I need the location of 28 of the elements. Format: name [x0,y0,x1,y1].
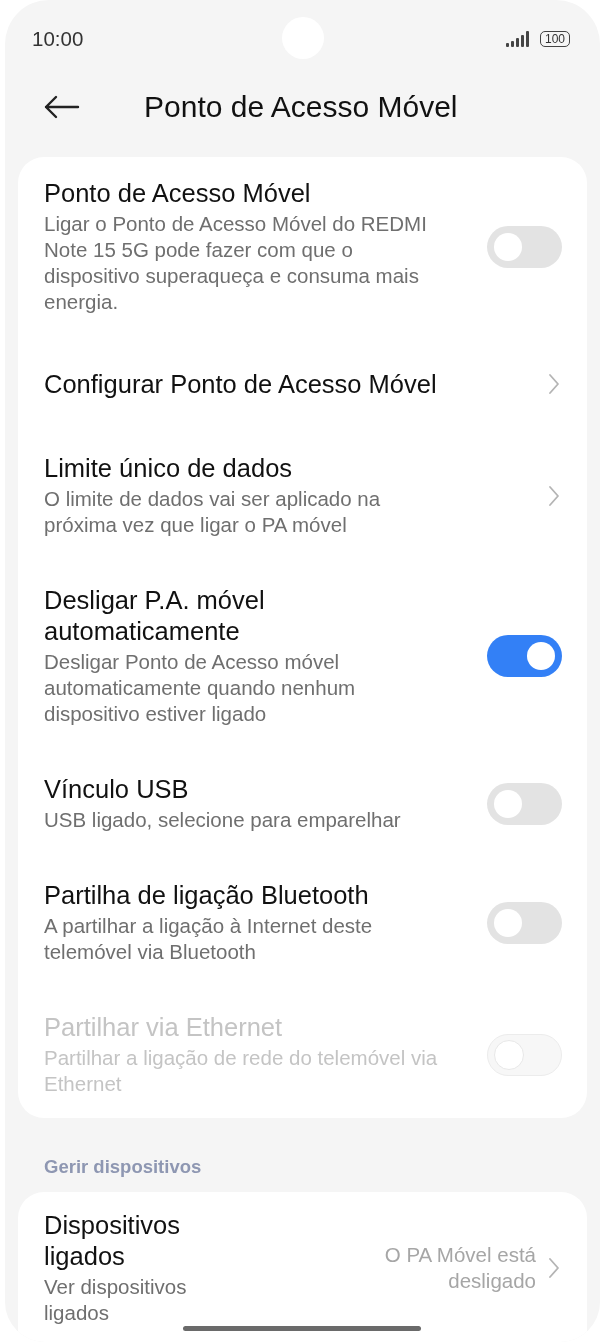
page-title: Ponto de Acesso Móvel [144,90,458,124]
setting-title[interactable]: Ponto de Acesso Móvel [44,178,464,209]
chevron-right-icon[interactable] [548,484,560,507]
setting-title[interactable]: Limite único de dados [44,453,464,484]
status-time: 10:00 [32,27,84,51]
setting-description: Partilhar a ligação de rede do telemóvel via Ethernet [44,1045,439,1097]
setting-description: O limite de dados vai ser aplicado na próxima vez que ligar o PA móvel [44,486,382,538]
back-arrow-icon[interactable] [44,95,80,119]
setting-title[interactable]: Configurar Ponto de Acesso Móvel [44,368,464,400]
section-header: Gerir dispositivos [43,1155,203,1178]
setting-description: Ver dispositivos ligados [44,1274,188,1326]
setting-value: O PA Móvel está desligado [383,1242,536,1294]
toggle-switch[interactable] [487,225,562,268]
chevron-right-icon[interactable] [548,1257,560,1279]
setting-title[interactable]: Partilha de ligação Bluetooth [44,880,464,911]
battery-indicator: 100 [539,31,570,47]
toggle-switch[interactable] [487,782,562,825]
signal-icon [505,31,532,47]
setting-title[interactable]: Vínculo USB [44,774,464,805]
setting-description: Ligar o Ponto de Acesso Móvel do REDMI Note 15 5G pode fazer com que o dispositivo superaqueça e consuma mais energia. [44,211,428,315]
setting-description: Desligar Ponto de Acesso móvel automaticamente quando nenhum dispositivo estiver ligado [44,649,357,727]
setting-title[interactable]: Desligar P.A. móvel automaticamente [44,585,464,647]
chevron-right-icon[interactable] [548,373,560,395]
setting-title[interactable]: Dispositivos ligados [44,1210,234,1272]
toggle-switch[interactable] [487,901,562,944]
toggle-switch[interactable] [487,635,562,677]
setting-description: A partilhar a ligação à Internet deste telemóvel via Bluetooth [44,913,374,965]
setting-description: USB ligado, selecione para emparelhar [44,807,402,833]
